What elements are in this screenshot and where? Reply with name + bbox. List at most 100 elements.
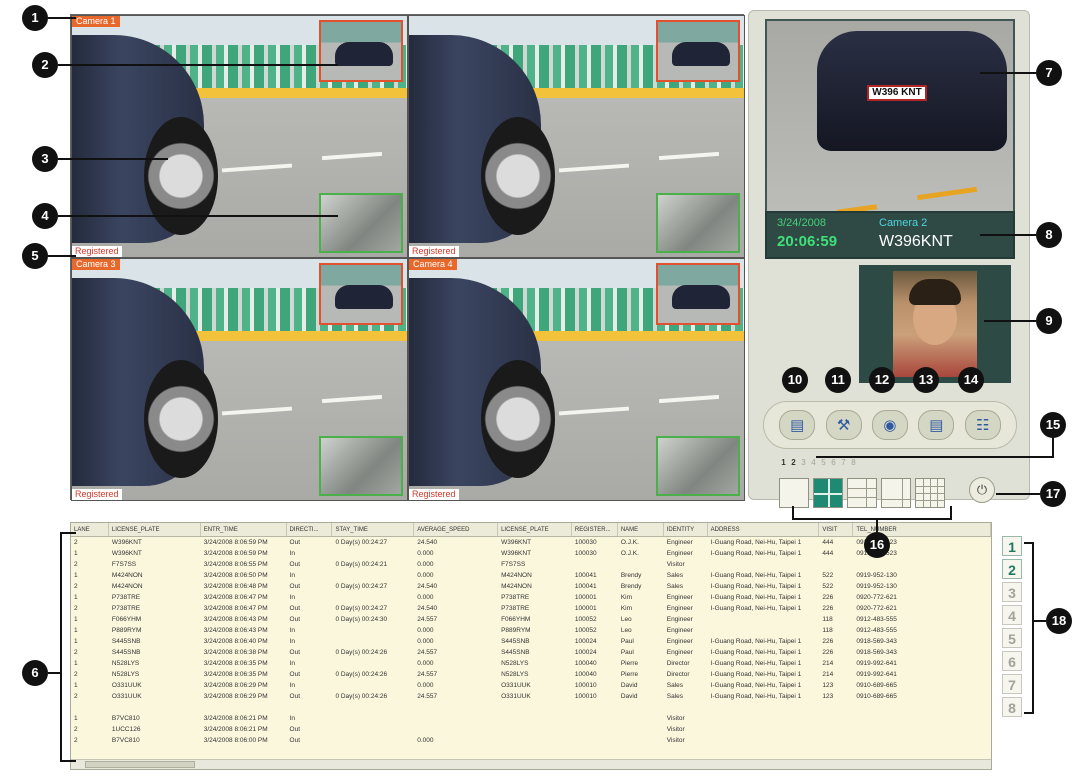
- network-icon[interactable]: ☷: [964, 410, 1001, 440]
- camera-view-1[interactable]: Camera 1 Registered: [71, 15, 408, 258]
- column-header[interactable]: ADDRESS: [708, 523, 820, 536]
- page-tab[interactable]: 8: [849, 457, 858, 468]
- camera-snapshot-icon[interactable]: ◉: [871, 410, 908, 440]
- grid-line: [848, 497, 876, 498]
- table-row[interactable]: 2 P738TRE 3/24/2008 8:06:47 PM Out 0 Day(s) …: [71, 603, 991, 614]
- table-cell: 0919-992-641: [856, 671, 897, 678]
- exit-icon[interactable]: ⏻: [969, 477, 995, 503]
- layout-six-button[interactable]: [847, 478, 877, 508]
- table-cell: [708, 614, 820, 625]
- table-row[interactable]: 1 P889RYM 3/24/2008 8:06:43 PM In 0.000 P889R…: [71, 625, 991, 636]
- page-tab[interactable]: 6: [829, 457, 838, 468]
- table-row[interactable]: 1 M424NON 3/24/2008 8:06:50 PM In 0.000 M424N…: [71, 570, 991, 581]
- side-page-button[interactable]: 7: [1002, 674, 1022, 694]
- table-row[interactable]: 2 B7VC810 3/24/2008 8:06:00 PM Out 0.000 Visi…: [71, 735, 991, 746]
- plate-inset[interactable]: [656, 263, 740, 325]
- side-page-button[interactable]: 6: [1002, 651, 1022, 671]
- tools-icon[interactable]: ⚒: [825, 410, 862, 440]
- table-row[interactable]: 2 O331UUK 3/24/2008 8:06:29 PM Out 0 Day(s) …: [71, 691, 991, 702]
- layout-quad-button[interactable]: [813, 478, 843, 508]
- layout-eight-button[interactable]: [881, 478, 911, 508]
- page-tab[interactable]: 5: [819, 457, 828, 468]
- horizontal-scrollbar[interactable]: [71, 759, 991, 769]
- table-row[interactable]: 1 F066YHM 3/24/2008 8:06:43 PM Out 0 Day(s) …: [71, 614, 991, 625]
- column-header[interactable]: LICENSE_PLATE: [498, 523, 572, 536]
- callout-line: [1052, 438, 1054, 458]
- table-cell: 100001: [574, 594, 597, 601]
- table-cell: 3/24/2008 8:06:55 PM: [203, 561, 268, 568]
- table-row[interactable]: 1 N528LYS 3/24/2008 8:06:35 PM In 0.000 N528L…: [71, 658, 991, 669]
- entrance-inset[interactable]: [319, 436, 403, 496]
- side-page-button[interactable]: 1: [1002, 536, 1022, 556]
- callout-line: [876, 518, 878, 532]
- column-header[interactable]: LICENSE_PLATE: [109, 523, 201, 536]
- column-header[interactable]: REGISTER...: [572, 523, 618, 536]
- detail-panel: W396 KNT 3/24/2008 20:06:59 Camera 2 W39…: [748, 10, 1030, 508]
- camera-view-3[interactable]: Camera 3 Registered: [71, 258, 408, 501]
- side-page-button[interactable]: 3: [1002, 582, 1022, 602]
- driver-photo: [893, 271, 977, 377]
- column-header[interactable]: STAY_TIME: [332, 523, 415, 536]
- column-header[interactable]: DIRECTI...: [287, 523, 333, 536]
- callout-line: [1024, 712, 1034, 714]
- plate-inset[interactable]: [656, 20, 740, 82]
- entrance-inset[interactable]: [656, 193, 740, 253]
- callout-line: [60, 532, 76, 534]
- entrance-inset[interactable]: [656, 436, 740, 496]
- page-tab[interactable]: 3: [799, 457, 808, 468]
- report-icon[interactable]: ▤: [918, 410, 955, 440]
- column-header[interactable]: ENTR_TIME: [201, 523, 287, 536]
- table-cell: N528LYS: [501, 660, 529, 667]
- table-row[interactable]: 2 M424NON 3/24/2008 8:06:48 PM Out 0 Day(s) …: [71, 581, 991, 592]
- table-cell: M424NON: [501, 572, 532, 579]
- table-row[interactable]: 2 W396KNT 3/24/2008 8:06:59 PM Out 0 Day(s) …: [71, 537, 991, 548]
- column-header[interactable]: LANE: [71, 523, 109, 536]
- table-cell: In: [289, 715, 295, 722]
- table-cell: P738TRE: [501, 594, 530, 601]
- table-row[interactable]: 1 S445SNB 3/24/2008 8:06:40 PM In 0.000 S445S…: [71, 636, 991, 647]
- table-cell: [853, 559, 991, 570]
- table-row[interactable]: 1 W396KNT 3/24/2008 8:06:59 PM In 0.000 W396K…: [71, 548, 991, 559]
- table-row[interactable]: [71, 702, 991, 713]
- table-row[interactable]: 2 F7S7SS 3/24/2008 8:06:55 PM Out 0 Day(s) 0…: [71, 559, 991, 570]
- page-tab[interactable]: 7: [839, 457, 848, 468]
- side-page-button[interactable]: 2: [1002, 559, 1022, 579]
- table-cell: [572, 724, 618, 735]
- table-row[interactable]: 2 S445SNB 3/24/2008 8:06:38 PM Out 0 Day(s) …: [71, 647, 991, 658]
- column-header[interactable]: AVERAGE_SPEED: [414, 523, 499, 536]
- plate-snapshot[interactable]: W396 KNT: [765, 19, 1015, 217]
- entrance-inset[interactable]: [319, 193, 403, 253]
- table-cell: 0919-952-130: [856, 572, 897, 579]
- page-tab[interactable]: 1: [779, 457, 788, 468]
- table-cell: S445SNB: [501, 649, 530, 656]
- table-cell: M424NON: [501, 583, 532, 590]
- camera-view-4[interactable]: Camera 4 Registered: [408, 258, 745, 501]
- table-cell: [71, 702, 109, 713]
- column-header[interactable]: VISIT: [819, 523, 854, 536]
- table-cell: [572, 713, 618, 724]
- side-page-button[interactable]: 8: [1002, 697, 1022, 717]
- plate-inset[interactable]: [319, 263, 403, 325]
- table-cell: I-Guang Road, Nei-Hu, Taipei 1: [710, 682, 802, 689]
- column-header[interactable]: NAME: [618, 523, 664, 536]
- table-row[interactable]: 2 1UCC126 3/24/2008 8:06:21 PM Out Visitor: [71, 724, 991, 735]
- table-cell: 24.557: [417, 693, 438, 700]
- table-row[interactable]: 1 P738TRE 3/24/2008 8:06:47 PM In 0.000 P738T…: [71, 592, 991, 603]
- table-row[interactable]: 2 N528LYS 3/24/2008 8:06:35 PM Out 0 Day(s) …: [71, 669, 991, 680]
- page-tab[interactable]: 4: [809, 457, 818, 468]
- table-row[interactable]: 1 O331UUK 3/24/2008 8:06:29 PM In 0.000 O331U…: [71, 680, 991, 691]
- column-header[interactable]: IDENTITY: [664, 523, 708, 536]
- layout-single-button[interactable]: [779, 478, 809, 508]
- side-page-button[interactable]: 4: [1002, 605, 1022, 625]
- camera-view-2[interactable]: Registered: [408, 15, 745, 258]
- callout-marker: 18: [1046, 608, 1072, 634]
- settings-monitor-icon[interactable]: ▤: [779, 410, 816, 440]
- plate-inset[interactable]: [319, 20, 403, 82]
- table-cell: B7VC810: [111, 715, 140, 722]
- page-tab[interactable]: 2: [789, 457, 798, 468]
- table-row[interactable]: 1 B7VC810 3/24/2008 8:06:21 PM In Visitor: [71, 713, 991, 724]
- scrollbar-thumb[interactable]: [85, 761, 195, 768]
- layout-sixteen-button[interactable]: [915, 478, 945, 508]
- callout-marker: 17: [1040, 481, 1066, 507]
- side-page-button[interactable]: 5: [1002, 628, 1022, 648]
